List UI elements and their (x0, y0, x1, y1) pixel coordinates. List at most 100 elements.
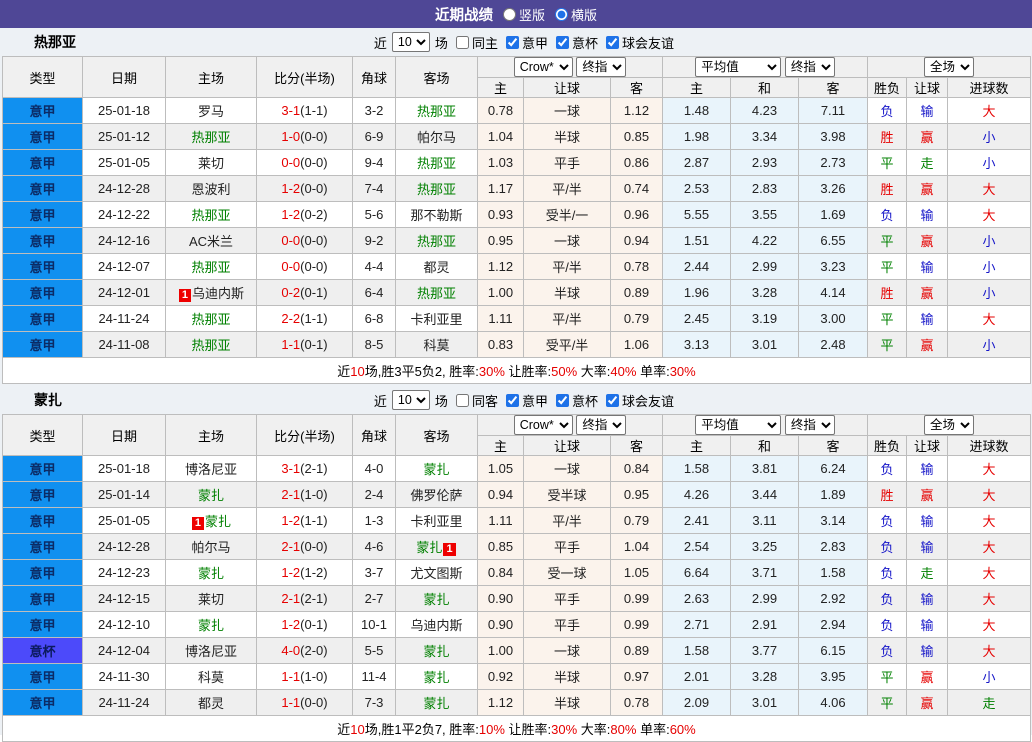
avg-away-cell: 3.95 (798, 663, 868, 690)
fulltime-score: 1-2 (281, 513, 301, 528)
vertical-radio[interactable] (502, 7, 516, 21)
avg-away-cell: 1.69 (798, 201, 868, 228)
coppa-checkbox[interactable] (555, 35, 569, 49)
sub-handicap-result: 让球 (906, 435, 948, 456)
fulltime-score: 0-0 (281, 155, 301, 170)
home-team-cell: 1 乌迪内斯 (165, 279, 257, 306)
goals-result-cell: 小 (947, 331, 1031, 358)
avg-away-cell: 3.26 (798, 175, 868, 202)
avg-draw-cell: 4.22 (730, 227, 799, 254)
handicap-cell: 平手 (523, 149, 611, 176)
corner-cell: 4-6 (352, 533, 396, 560)
same-venue-label: 同客 (471, 393, 498, 409)
avg-away-cell: 6.55 (798, 227, 868, 254)
fulltime-select[interactable]: 全场 (924, 57, 974, 77)
halftime-score: (1-1) (300, 311, 328, 326)
avg-away-cell: 6.15 (798, 637, 868, 664)
match-row: 意甲 25-01-18 博洛尼亚 3-1(2-1) 4-0 蒙扎 1.05 一球 0.84 1.5… (2, 455, 1031, 482)
sub-avg-home: 主 (662, 77, 731, 98)
team-name: 蒙扎 (416, 540, 443, 555)
handicap-cell: 平/半 (523, 305, 611, 332)
corner-cell: 7-3 (352, 689, 396, 716)
team-name: 热那亚 (191, 130, 231, 145)
match-row: 意甲 24-11-24 都灵 1-1(0-0) 7-3 蒙扎 1.12 半球 0.78 2.09 3… (2, 689, 1031, 716)
team-name: 卡利亚里 (410, 514, 463, 529)
team-name: 蒙扎 (197, 566, 224, 581)
fulltime-score: 1-1 (281, 669, 301, 684)
friendly-checkbox[interactable] (605, 35, 619, 49)
avg-draw-cell: 4.23 (730, 97, 799, 124)
coppa-checkbox[interactable] (555, 393, 569, 407)
goals-result-cell: 大 (947, 533, 1031, 560)
col-home: 主场 (165, 56, 257, 98)
halftime-score: (1-0) (300, 669, 328, 684)
layout-horizontal-option[interactable]: 横版 (555, 5, 597, 24)
final-odds-select[interactable]: 终指 (576, 57, 627, 77)
fulltime-select[interactable]: 全场 (924, 415, 974, 435)
team-name: 卡利亚里 (410, 312, 463, 327)
goals-result-cell: 大 (947, 559, 1031, 586)
corner-cell: 5-5 (352, 637, 396, 664)
handicap-cell: 平/半 (523, 507, 611, 534)
average-select[interactable]: 平均值 (695, 57, 782, 77)
team-name: 博洛尼亚 (184, 462, 237, 477)
winlose-result-cell: 平 (867, 305, 907, 332)
final-odds-select-2[interactable]: 终指 (784, 57, 835, 77)
home-odds-cell: 0.92 (477, 663, 524, 690)
halftime-score: (0-0) (300, 539, 328, 554)
same-venue-checkbox[interactable] (455, 35, 469, 49)
serie-a-checkbox[interactable] (505, 393, 519, 407)
recent-count-select[interactable]: 10 (391, 390, 430, 410)
red-card-badge: 1 (178, 289, 192, 302)
sub-avg-away: 客 (798, 435, 868, 456)
team-name: AC米兰 (188, 234, 234, 249)
friendly-checkbox[interactable] (605, 393, 619, 407)
avg-draw-cell: 3.25 (730, 533, 799, 560)
final-odds-select[interactable]: 终指 (576, 415, 627, 435)
avg-draw-cell: 2.83 (730, 175, 799, 202)
red-card-badge: 1 (191, 517, 205, 530)
league-type-cell: 意杯 (2, 637, 83, 664)
halftime-score: (1-2) (300, 565, 328, 580)
score-cell: 0-0(0-0) (256, 227, 353, 254)
corner-cell: 6-9 (352, 123, 396, 150)
layout-vertical-option[interactable]: 竖版 (502, 5, 545, 24)
handicap-result-cell: 赢 (906, 175, 948, 202)
corner-cell: 6-8 (352, 305, 396, 332)
serie-a-checkbox[interactable] (505, 35, 519, 49)
average-select[interactable]: 平均值 (695, 415, 782, 435)
same-venue-checkbox[interactable] (455, 393, 469, 407)
corner-cell: 2-4 (352, 481, 396, 508)
away-team-cell: 佛罗伦萨 (395, 481, 478, 508)
fulltime-score: 0-0 (281, 259, 301, 274)
fulltime-group-header: 全场 (867, 414, 1031, 436)
handicap-cell: 平手 (523, 585, 611, 612)
team-name: 热那亚 (191, 260, 231, 275)
match-row: 意甲 24-12-28 恩波利 1-2(0-0) 7-4 热那亚 1.17 平/半 0.74 2.… (2, 175, 1031, 202)
winlose-result-cell: 负 (867, 455, 907, 482)
match-row: 意甲 24-12-28 帕尔马 2-1(0-0) 4-6 蒙扎 1 0.85 平手 1.04 2.5… (2, 533, 1031, 560)
avg-away-cell: 3.14 (798, 507, 868, 534)
avg-home-cell: 2.71 (662, 611, 731, 638)
away-team-cell: 都灵 (395, 253, 478, 280)
bookmaker-select[interactable]: Crow* (513, 415, 573, 435)
score-cell: 0-2(0-1) (256, 279, 353, 306)
horizontal-radio[interactable] (555, 7, 568, 21)
match-date: 25-01-14 (82, 481, 166, 508)
final-odds-select-2[interactable]: 终指 (784, 415, 835, 435)
avg-home-cell: 2.44 (662, 253, 731, 280)
recent-count-select[interactable]: 10 (391, 32, 430, 52)
filter-bar: 近 10 场 同客 意甲 意杯 球会友谊 (374, 390, 674, 410)
home-odds-cell: 1.11 (477, 305, 524, 332)
team-name: 莱切 (197, 592, 224, 607)
handicap-cell: 受半球 (523, 481, 611, 508)
away-odds-cell: 0.99 (610, 585, 663, 612)
handicap-cell: 半球 (523, 279, 611, 306)
halftime-score: (0-2) (300, 207, 328, 222)
col-corner: 角球 (352, 414, 396, 456)
team-name: 帕尔马 (416, 130, 456, 145)
fulltime-score: 2-1 (281, 539, 301, 554)
avg-draw-cell: 3.44 (730, 481, 799, 508)
bookmaker-select[interactable]: Crow* (513, 57, 573, 77)
sub-avg-draw: 和 (730, 77, 799, 98)
